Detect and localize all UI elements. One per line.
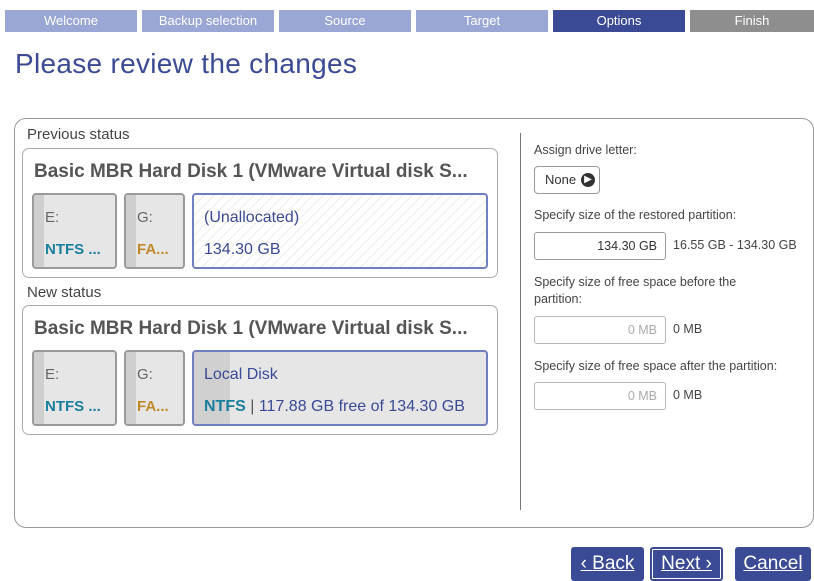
partition-fs: NTFS ... — [45, 241, 101, 258]
step-source: Source — [279, 10, 411, 32]
step-backup-selection: Backup selection — [142, 10, 274, 32]
back-button[interactable]: ‹ Back — [571, 547, 644, 581]
partition-letter: G: — [137, 366, 153, 383]
unallocated-size: 134.30 GB — [204, 241, 281, 258]
restored-partition[interactable]: Local Disk NTFS | 117.88 GB free of 134.… — [192, 350, 488, 426]
partition-letter: G: — [137, 209, 153, 226]
info-separator: | — [250, 398, 255, 415]
new-disk-map: Basic MBR Hard Disk 1 (VMware Virtual di… — [22, 305, 498, 435]
cancel-button[interactable]: Cancel — [735, 547, 811, 581]
free-before-input[interactable]: 0 MB — [534, 316, 666, 344]
partition-size-input[interactable]: 134.30 GB — [534, 232, 666, 260]
free-before-range: 0 MB — [673, 322, 703, 336]
usage-bar — [34, 195, 44, 267]
partition-letter: E: — [45, 366, 60, 383]
disk-title: Basic MBR Hard Disk 1 (VMware Virtual di… — [34, 318, 468, 339]
wizard-steps: Welcome Backup selection Source Target O… — [0, 10, 814, 32]
unallocated-name: (Unallocated) — [204, 209, 300, 226]
drive-letter-value: None — [545, 172, 577, 187]
step-options: Options — [553, 10, 685, 32]
next-button[interactable]: Next › — [650, 547, 723, 581]
usage-bar — [34, 352, 44, 424]
drive-letter-select[interactable]: None ▶ — [534, 166, 600, 194]
step-target: Target — [416, 10, 548, 32]
step-finish: Finish — [690, 10, 814, 32]
free-after-range: 0 MB — [673, 388, 703, 402]
panel-divider — [520, 133, 521, 510]
unallocated-space[interactable]: (Unallocated) 134.30 GB — [192, 193, 488, 269]
partition-size-label: Specify size of the restored partition: — [534, 208, 737, 222]
partition-e[interactable]: E: NTFS ... — [32, 193, 117, 269]
partition-e[interactable]: E: NTFS ... — [32, 350, 117, 426]
partition-fs: NTFS ... — [45, 398, 101, 415]
drive-letter-label: Assign drive letter: — [534, 143, 637, 157]
previous-disk-map: Basic MBR Hard Disk 1 (VMware Virtual di… — [22, 148, 498, 278]
page-title: Please review the changes — [15, 48, 358, 79]
partition-info: NTFS | 117.88 GB free of 134.30 GB — [204, 398, 465, 416]
arrow-right-icon: ▶ — [581, 173, 595, 187]
previous-status-label: Previous status — [27, 126, 130, 143]
partition-fs: NTFS — [204, 398, 246, 415]
partition-name: Local Disk — [204, 366, 278, 383]
partition-g[interactable]: G: FA... — [124, 350, 185, 426]
usage-bar — [126, 195, 136, 267]
partition-free-space: 117.88 GB free of 134.30 GB — [258, 398, 465, 415]
free-after-label: Specify size of free space after the par… — [534, 359, 778, 373]
partition-letter: E: — [45, 209, 60, 226]
partition-g[interactable]: G: FA... — [124, 193, 185, 269]
usage-bar — [126, 352, 136, 424]
partition-fs: FA... — [137, 241, 169, 258]
free-after-input[interactable]: 0 MB — [534, 382, 666, 410]
step-welcome: Welcome — [5, 10, 137, 32]
partition-size-range: 16.55 GB - 134.30 GB — [673, 238, 797, 252]
partition-fs: FA... — [137, 398, 169, 415]
free-before-label: Specify size of free space before the pa… — [534, 275, 737, 306]
new-status-label: New status — [27, 284, 102, 301]
disk-title: Basic MBR Hard Disk 1 (VMware Virtual di… — [34, 161, 468, 182]
